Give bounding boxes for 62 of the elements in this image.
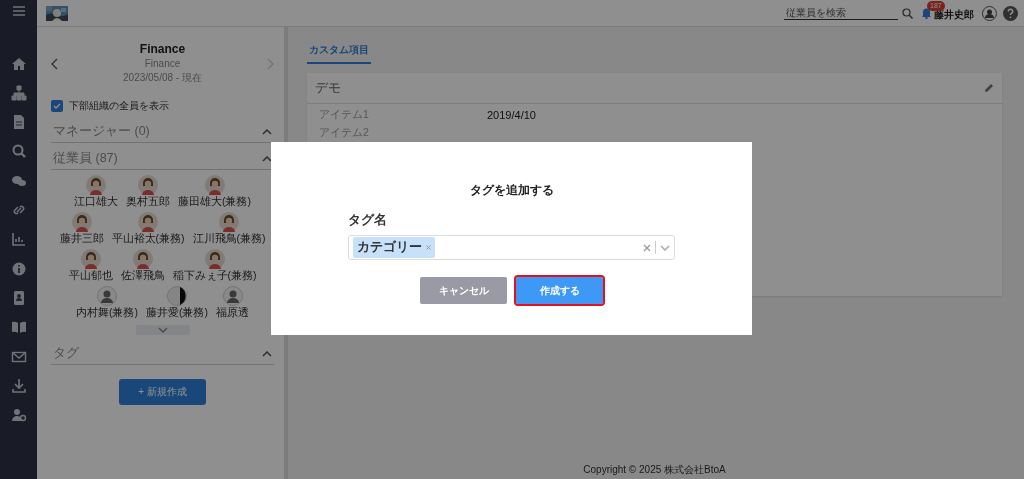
pencil-icon[interactable] — [984, 83, 994, 93]
avatar-icon — [97, 286, 117, 306]
member-name[interactable]: 奥村五郎 — [126, 195, 170, 209]
menu-icon[interactable] — [10, 3, 27, 19]
new-button[interactable]: + 新規作成 — [119, 379, 206, 405]
avatar-icon[interactable] — [982, 5, 997, 21]
field-value: 2019/4/10 — [487, 109, 536, 121]
member-name[interactable]: 藤田雄大(兼務) — [178, 195, 251, 209]
chart-icon[interactable] — [10, 231, 27, 248]
cancel-button[interactable]: キャンセル — [420, 277, 507, 304]
member-name[interactable]: 平山郁也 — [68, 269, 113, 283]
search-icon[interactable] — [902, 7, 913, 19]
member-name[interactable]: 江口雄大 — [74, 195, 118, 209]
member-name[interactable]: 稲下みぇ子(兼務) — [172, 269, 257, 283]
avatar-icon — [204, 249, 225, 269]
member-name[interactable]: 福原透 — [216, 306, 249, 320]
member-name[interactable]: 藤井愛(兼務) — [146, 306, 208, 320]
org-chart-icon[interactable] — [10, 84, 27, 101]
avatar-icon — [80, 249, 101, 269]
avatar-icon — [222, 286, 243, 306]
member-name[interactable]: 平山裕太(兼務) — [111, 232, 185, 246]
copyright-text: Copyright © 2025 株式会社BtoA — [582, 463, 727, 477]
user-name[interactable]: 藤井史郎 — [934, 8, 974, 22]
org-subtitle: Finance — [144, 58, 181, 69]
search-icon[interactable] — [10, 143, 27, 160]
avatar-icon — [86, 175, 106, 195]
tag-chip[interactable]: カテゴリー — [353, 237, 435, 258]
home-icon[interactable] — [10, 55, 27, 72]
member-name[interactable]: 佐澤飛鳥 — [120, 269, 165, 283]
org-title: Finance — [139, 42, 186, 56]
tag-select-field[interactable]: カテゴリー — [348, 235, 675, 260]
avatar-icon — [219, 212, 239, 232]
create-button[interactable]: 作成する — [516, 277, 603, 304]
card-title: デモ — [315, 79, 341, 97]
section-header[interactable]: タグ — [51, 342, 274, 365]
dialog-title: タグを追加する — [469, 182, 554, 199]
user-settings-icon[interactable] — [10, 407, 27, 424]
avatar-icon — [132, 249, 153, 269]
remove-icon[interactable] — [426, 245, 431, 250]
search-field[interactable]: 従業員を検索 — [784, 6, 898, 20]
avatar-icon — [71, 212, 92, 232]
expand-caret-icon[interactable] — [660, 244, 670, 251]
info-icon[interactable] — [10, 260, 27, 277]
field-label: タグ名 — [348, 212, 387, 229]
download-icon[interactable] — [10, 377, 27, 394]
book-icon[interactable] — [10, 319, 27, 336]
clear-icon[interactable] — [643, 243, 651, 252]
member-name[interactable]: 江川飛鳥(兼務) — [192, 232, 266, 246]
member-name[interactable]: 内村舞(兼務) — [76, 306, 138, 320]
avatar-icon — [167, 286, 187, 306]
avatar-icon — [138, 212, 158, 232]
member-name[interactable]: 藤井三郎 — [59, 232, 104, 246]
checkbox[interactable] — [51, 100, 63, 112]
avatar-icon — [138, 175, 158, 195]
help-icon[interactable] — [1003, 5, 1018, 21]
checkbox-label[interactable]: 下部組織の全員を表示 — [69, 99, 169, 113]
avatar-icon — [204, 175, 225, 195]
collapse-caret-icon[interactable] — [262, 155, 272, 162]
bell-icon[interactable] — [921, 7, 932, 19]
section-title: タグ — [53, 345, 79, 362]
section-title: 従業員 (87) — [53, 150, 118, 167]
expand-caret-icon[interactable] — [157, 327, 168, 333]
